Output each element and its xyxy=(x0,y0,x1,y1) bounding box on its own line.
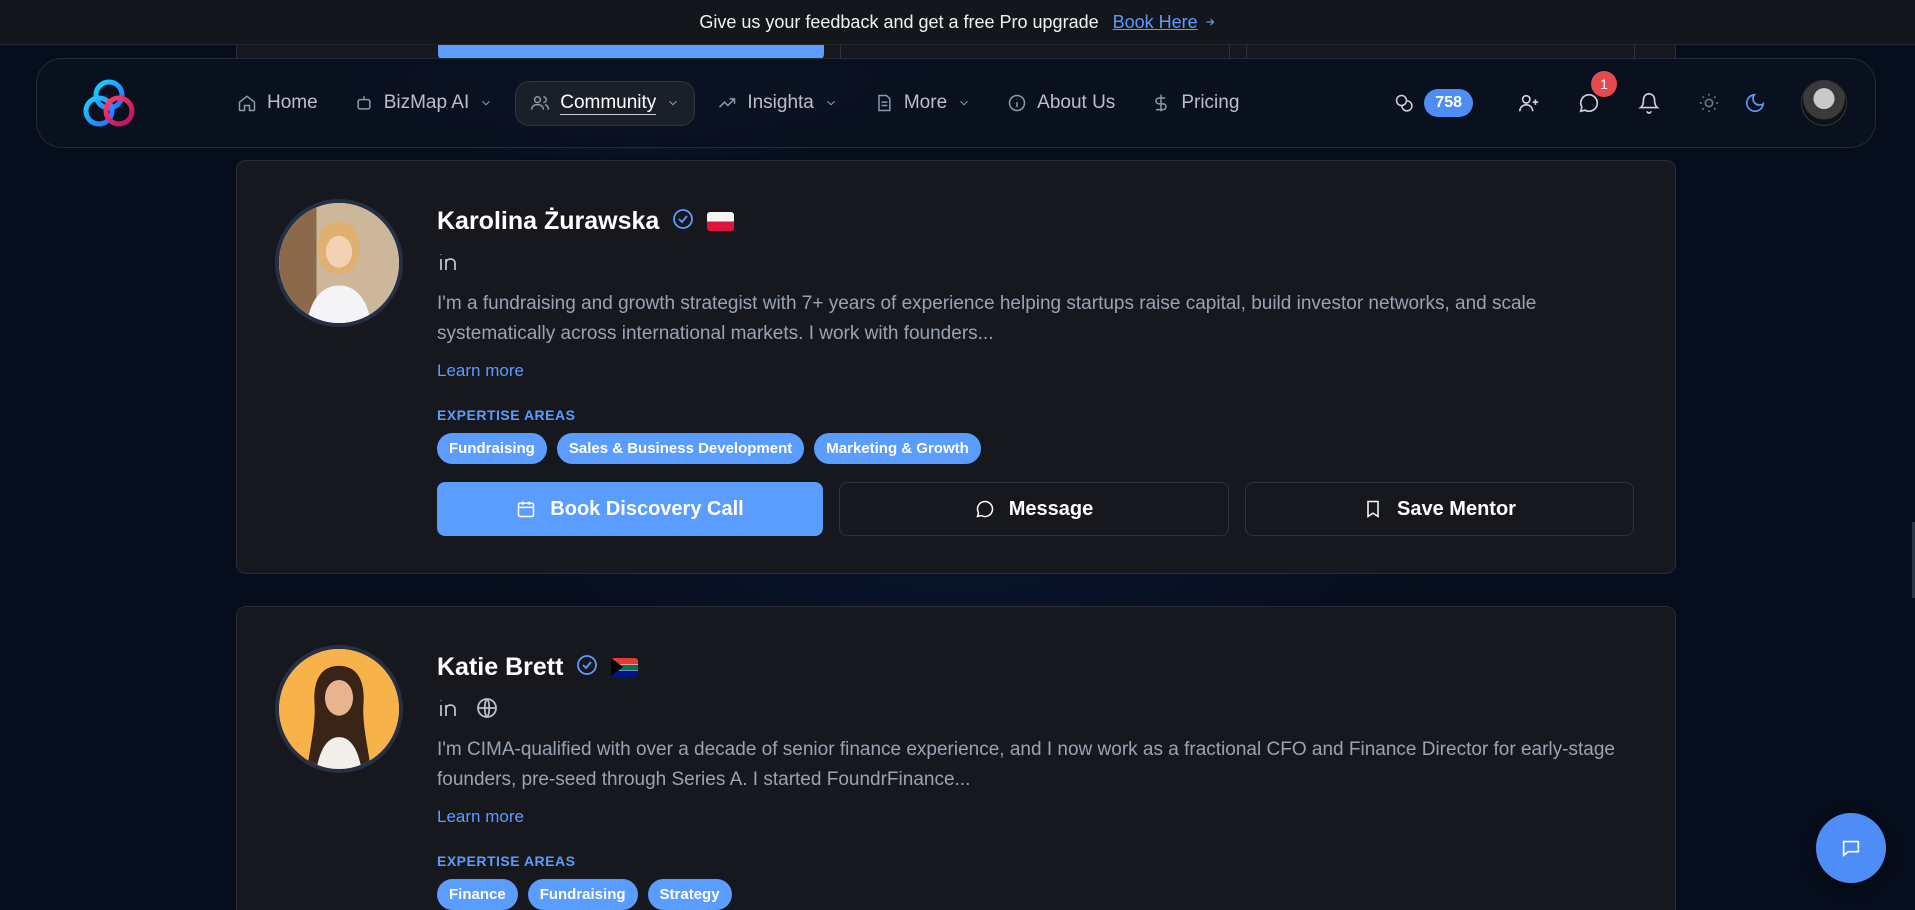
mentor-name: Katie Brett xyxy=(437,653,564,681)
social-links xyxy=(437,696,1635,725)
chevron-down-icon xyxy=(482,100,491,106)
expertise-tags: Finance Fundraising Strategy xyxy=(437,879,1635,910)
bot-icon xyxy=(357,96,371,110)
nav-label-community: Community xyxy=(560,91,657,115)
book-here-link[interactable]: Book Here xyxy=(1113,12,1216,33)
expertise-tag: Fundraising xyxy=(437,433,547,464)
expertise-tag: Strategy xyxy=(647,879,732,910)
save-mentor-label: Save Mentor xyxy=(1397,497,1516,520)
mentor-photo[interactable] xyxy=(275,645,403,773)
chevron-down-icon xyxy=(960,100,969,106)
message-circle-icon xyxy=(976,500,994,518)
dollar-icon xyxy=(1155,94,1167,112)
book-discovery-call-button[interactable]: Book Discovery Call xyxy=(437,482,823,536)
nav-item-community[interactable]: Community xyxy=(515,80,696,126)
expertise-tag: Fundraising xyxy=(527,879,638,910)
mentor-name-row: Karolina Żurawska xyxy=(437,207,1635,236)
bookmark-icon xyxy=(1367,500,1379,518)
mentor-photo[interactable] xyxy=(275,199,403,327)
nav-label-bizmap-ai: BizMap AI xyxy=(383,92,470,113)
chevron-down-icon xyxy=(826,100,835,106)
expertise-areas-label: EXPERTISE AREAS xyxy=(437,853,576,869)
verified-icon xyxy=(671,207,695,236)
dark-theme-button[interactable] xyxy=(1743,91,1767,115)
sun-icon xyxy=(1699,93,1719,113)
mentor-card: Karolina Żurawska I'm a fundraising and … xyxy=(236,160,1676,574)
verified-icon xyxy=(575,653,599,682)
linkedin-icon xyxy=(440,700,456,716)
users-icon xyxy=(531,96,550,110)
message-notification-badge: 1 xyxy=(1591,71,1617,97)
expertise-tag: Finance xyxy=(437,879,518,910)
nav-item-bizmap-ai[interactable]: BizMap AI xyxy=(340,82,508,124)
learn-more-link[interactable]: Learn more xyxy=(437,807,524,827)
mentor-name-row: Katie Brett xyxy=(437,653,1635,682)
calendar-icon xyxy=(518,501,535,518)
chat-icon xyxy=(1842,840,1860,858)
nav-right-actions: 758 1 xyxy=(1394,71,1847,126)
mentor-info: Karolina Żurawska I'm a fundraising and … xyxy=(437,207,1635,536)
nav-item-insighta[interactable]: Insighta xyxy=(703,82,852,124)
user-avatar[interactable] xyxy=(1801,80,1847,126)
top-navbar: Home BizMap AI Community Insighta More A… xyxy=(36,58,1876,148)
moon-icon xyxy=(1745,93,1765,113)
expertise-areas-label: EXPERTISE AREAS xyxy=(437,407,576,423)
mentor-info: Katie Brett I'm CIMA-qualified with over… xyxy=(437,653,1635,910)
arrow-right-icon xyxy=(1206,18,1215,26)
coins-count: 758 xyxy=(1424,89,1473,117)
expertise-tag: Marketing & Growth xyxy=(814,433,981,464)
expertise-tags: Fundraising Sales & Business Development… xyxy=(437,433,1635,464)
mentor-name: Karolina Żurawska xyxy=(437,207,660,235)
mentor-bio: I'm CIMA-qualified with over a decade of… xyxy=(437,739,1615,790)
nav-label-about-us: About Us xyxy=(1037,92,1116,113)
home-icon xyxy=(238,95,256,112)
south-africa-flag-icon xyxy=(611,658,639,677)
nav-item-home[interactable]: Home xyxy=(223,82,332,124)
bell-icon xyxy=(1638,93,1660,114)
book-here-label: Book Here xyxy=(1112,11,1198,32)
website-link[interactable] xyxy=(475,696,499,725)
expertise-tag: Sales & Business Development xyxy=(556,433,805,464)
message-label: Message xyxy=(1008,497,1094,520)
light-theme-button[interactable] xyxy=(1697,91,1721,115)
nav-menu: Home BizMap AI Community Insighta More A… xyxy=(223,80,1253,126)
info-icon xyxy=(1008,94,1026,112)
nav-label-more: More xyxy=(903,92,948,113)
nav-label-home: Home xyxy=(267,92,318,113)
banner-text: Give us your feedback and get a free Pro… xyxy=(699,11,1099,32)
nav-item-more[interactable]: More xyxy=(860,82,985,124)
add-user-button[interactable] xyxy=(1517,91,1541,115)
notifications-button[interactable] xyxy=(1637,91,1661,115)
nav-label-pricing: Pricing xyxy=(1181,92,1240,113)
document-icon xyxy=(878,94,891,112)
logo-icon xyxy=(83,79,135,127)
mentor-actions: Book Discovery Call Message Save Mentor xyxy=(437,482,1635,536)
linkedin-link[interactable] xyxy=(437,696,461,725)
message-button[interactable]: Message xyxy=(839,482,1229,536)
globe-icon xyxy=(477,698,497,718)
mentor-portrait-image xyxy=(279,203,399,323)
learn-more-link[interactable]: Learn more xyxy=(437,361,524,381)
coins-icon xyxy=(1396,94,1413,112)
mentor-portrait-image xyxy=(279,649,399,769)
app-logo[interactable] xyxy=(79,73,139,133)
save-mentor-button[interactable]: Save Mentor xyxy=(1245,482,1634,536)
nav-label-insighta: Insighta xyxy=(747,92,814,113)
mentor-card: Katie Brett I'm CIMA-qualified with over… xyxy=(236,606,1676,910)
nav-item-about-us[interactable]: About Us xyxy=(993,82,1129,124)
linkedin-icon xyxy=(440,254,456,270)
chevron-down-icon xyxy=(669,100,678,106)
user-plus-icon xyxy=(1519,94,1539,112)
linkedin-link[interactable] xyxy=(437,250,461,279)
nav-item-pricing[interactable]: Pricing xyxy=(1137,82,1253,124)
poland-flag-icon xyxy=(707,212,735,231)
coins-badge[interactable]: 758 xyxy=(1394,89,1473,117)
feedback-banner: Give us your feedback and get a free Pro… xyxy=(0,0,1915,45)
messages-button[interactable]: 1 xyxy=(1577,71,1617,115)
book-discovery-call-label: Book Discovery Call xyxy=(550,497,744,520)
trending-icon xyxy=(719,98,736,108)
chat-support-button[interactable] xyxy=(1816,813,1886,883)
mentor-bio: I'm a fundraising and growth strategist … xyxy=(437,293,1537,344)
social-links xyxy=(437,250,1635,279)
